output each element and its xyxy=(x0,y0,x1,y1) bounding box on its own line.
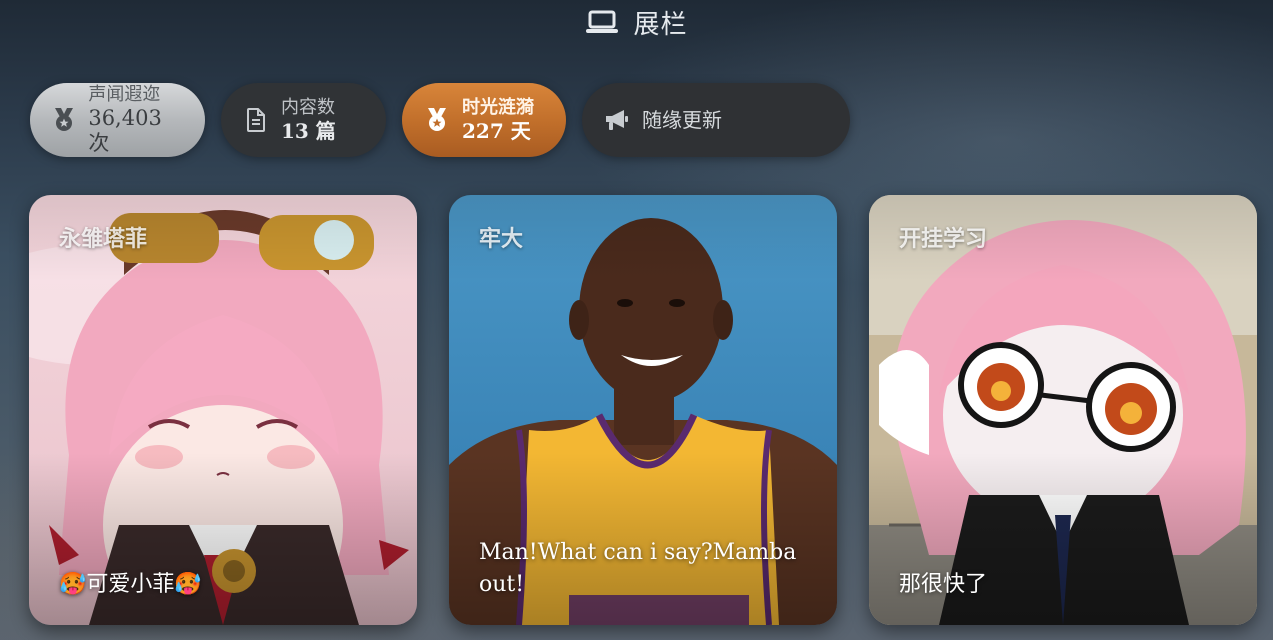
gallery-card[interactable]: 开挂学习 那很快了 xyxy=(869,195,1257,625)
card-caption: 🥵可爱小菲🥵 xyxy=(59,572,202,597)
stat-content-count[interactable]: 内容数 13 篇 xyxy=(221,83,386,157)
stat-update-label: 随缘更新 xyxy=(642,108,722,132)
stat-days[interactable]: 时光涟漪 227 天 xyxy=(402,83,566,157)
stat-views-value: 36,403 次 xyxy=(88,105,162,155)
card-caption: Man!What can i say?Mamba out! xyxy=(479,540,797,597)
stat-days-value: 227 天 xyxy=(462,118,531,143)
medal-icon xyxy=(424,107,450,133)
laptop-icon xyxy=(586,10,619,33)
gallery-card[interactable]: 牢大 Man!What can i say?Mamba out! xyxy=(449,195,837,625)
card-overlay xyxy=(29,195,417,625)
card-title: 开挂学习 xyxy=(899,227,988,252)
card-title: 永雏塔菲 xyxy=(59,227,148,252)
stat-views-label: 声闻遐迩 xyxy=(88,84,161,106)
page-title: 展栏 xyxy=(633,9,688,40)
megaphone-icon xyxy=(604,107,630,133)
stats-bar: 声闻遐迩 36,403 次 内容数 13 篇 时光涟漪 227 天 随缘更新 xyxy=(30,83,850,157)
stat-content-value: 13 篇 xyxy=(281,118,336,143)
stat-views[interactable]: 声闻遐迩 36,403 次 xyxy=(30,83,205,157)
medal-icon xyxy=(52,107,76,133)
document-icon xyxy=(243,107,269,133)
stat-days-label: 时光涟漪 xyxy=(462,97,534,119)
card-gallery: 永雏塔菲 🥵可爱小菲🥵 牢大 Man!What can i say?Mamba … xyxy=(29,195,1257,625)
page-header: 展栏 xyxy=(0,0,1273,44)
card-overlay xyxy=(869,195,1257,625)
stat-content-label: 内容数 xyxy=(281,97,335,119)
stat-update-mode[interactable]: 随缘更新 xyxy=(582,83,850,157)
gallery-card[interactable]: 永雏塔菲 🥵可爱小菲🥵 xyxy=(29,195,417,625)
card-caption: 那很快了 xyxy=(899,572,988,597)
card-title: 牢大 xyxy=(479,227,524,252)
